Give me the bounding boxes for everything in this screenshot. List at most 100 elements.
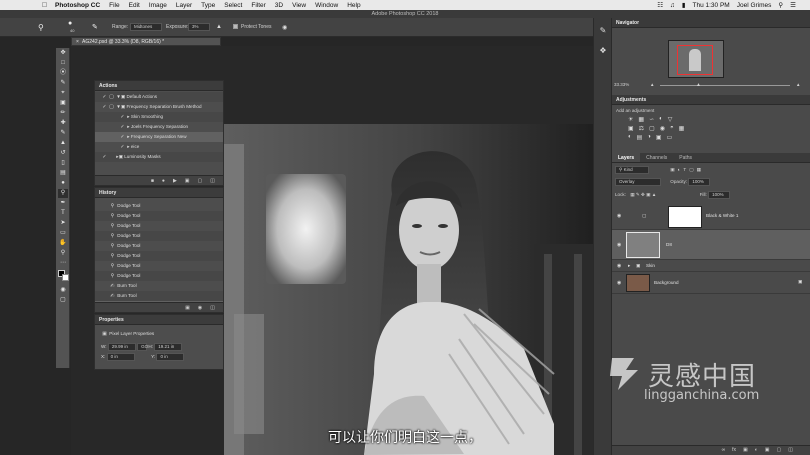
brightness-icon[interactable]: ☀ bbox=[628, 116, 633, 123]
filter-smart-icon[interactable]: ▦ bbox=[697, 167, 704, 172]
lock-paint-icon[interactable]: ✎ bbox=[636, 192, 640, 197]
history-row[interactable]: ⚲ Dodge Tool bbox=[95, 211, 223, 221]
menu-layer[interactable]: Layer bbox=[176, 2, 192, 9]
levels-icon[interactable]: ▦ bbox=[638, 116, 644, 123]
color-lookup-icon[interactable]: ▦ bbox=[679, 125, 685, 132]
add-mask-icon[interactable]: ▣ bbox=[743, 446, 748, 455]
action-set-row[interactable]: ✓ ▢ ▼▣ Frequency Separation Brush Method bbox=[95, 102, 223, 112]
lock-artboard-icon[interactable]: ▣ bbox=[646, 192, 650, 197]
check-icon[interactable]: ✓ bbox=[101, 92, 108, 102]
trash-icon[interactable]: ◫ bbox=[210, 305, 215, 311]
eye-icon[interactable]: ◉ bbox=[617, 213, 621, 219]
history-row[interactable]: ⚲ Dodge Tool bbox=[95, 241, 223, 251]
check-icon[interactable]: ✓ bbox=[101, 152, 108, 162]
crop-tool-icon[interactable]: ⌖ bbox=[58, 89, 68, 98]
search-icon[interactable]: ⚲ bbox=[778, 1, 783, 9]
pressure-icon[interactable]: ◉ bbox=[282, 24, 287, 31]
more-tools-icon[interactable]: ⋯ bbox=[58, 259, 68, 268]
close-icon[interactable]: × bbox=[76, 39, 79, 45]
color-balance-icon[interactable]: ⚖ bbox=[639, 125, 644, 132]
lock-all-icon[interactable]: ▲ bbox=[652, 192, 657, 197]
link-layers-icon[interactable]: ∞ bbox=[722, 446, 726, 455]
stop-icon[interactable]: ■ bbox=[151, 178, 154, 184]
new-adjustment-icon[interactable]: ◐ bbox=[755, 446, 758, 455]
quick-mask-icon[interactable]: ◉ bbox=[58, 286, 68, 295]
history-row[interactable]: ⚲ Dodge Tool bbox=[95, 251, 223, 261]
action-row[interactable]: ✓ ▸ eice bbox=[95, 142, 223, 152]
tab-paths[interactable]: Paths bbox=[673, 153, 698, 162]
document-tab[interactable]: × AG242.psd @ 33.3% (D8, RGB/16) * bbox=[71, 37, 221, 46]
adjustments-title[interactable]: Adjustments bbox=[612, 95, 810, 105]
history-row[interactable]: ⚲ Dodge Tool bbox=[95, 231, 223, 241]
vibrance-icon[interactable]: ▽ bbox=[668, 116, 673, 123]
layer-style-icon[interactable]: fx bbox=[732, 446, 736, 455]
menubar-clock[interactable]: Thu 1:30 PM bbox=[693, 2, 730, 9]
action-row[interactable]: ✓ ▸ Joels Frequency Separation bbox=[95, 122, 223, 132]
eraser-tool-icon[interactable]: ▯ bbox=[58, 159, 68, 168]
hand-tool-icon[interactable]: ✋ bbox=[58, 239, 68, 248]
lock-icon[interactable]: ▣ bbox=[798, 279, 802, 285]
healing-tool-icon[interactable]: ✚ bbox=[58, 119, 68, 128]
trash-icon[interactable]: ◫ bbox=[210, 178, 215, 184]
eye-icon[interactable]: ◉ bbox=[617, 263, 621, 269]
frame-tool-icon[interactable]: ▣ bbox=[58, 99, 68, 108]
invert-icon[interactable]: ◐ bbox=[628, 134, 632, 141]
eyedropper-tool-icon[interactable]: ✏ bbox=[58, 109, 68, 118]
dialog-toggle-icon[interactable]: ▢ bbox=[108, 102, 115, 112]
new-layer-icon[interactable]: ▢ bbox=[777, 446, 782, 455]
menu-edit[interactable]: Edit bbox=[129, 2, 140, 9]
width-input[interactable]: 29.99 in bbox=[107, 343, 136, 351]
height-input[interactable]: 19.21 in bbox=[154, 343, 183, 351]
exposure-icon[interactable]: ◐ bbox=[659, 116, 663, 123]
dialog-toggle-icon[interactable]: ▢ bbox=[108, 92, 115, 102]
play-icon[interactable]: ▶ bbox=[173, 178, 177, 184]
fill-input[interactable]: 100% bbox=[708, 191, 731, 199]
lasso-tool-icon[interactable]: ⦿ bbox=[58, 69, 68, 78]
check-icon[interactable]: ✓ bbox=[119, 132, 126, 142]
check-icon[interactable]: ✓ bbox=[119, 112, 126, 122]
threshold-icon[interactable]: ◑ bbox=[647, 134, 651, 141]
menu-window[interactable]: Window bbox=[315, 2, 338, 9]
history-panel-title[interactable]: History bbox=[95, 188, 223, 198]
path-select-tool-icon[interactable]: ➤ bbox=[58, 219, 68, 228]
lock-pixels-icon[interactable]: ▦ bbox=[630, 192, 634, 197]
zoom-tool-icon[interactable]: ⚲ bbox=[58, 249, 68, 258]
menu-type[interactable]: Type bbox=[201, 2, 215, 9]
shape-tool-icon[interactable]: ▭ bbox=[58, 229, 68, 238]
action-set-row[interactable]: ✓ ▢ ▼▣ Default Actions bbox=[95, 92, 223, 102]
brush-settings-panel-icon[interactable]: ✎ bbox=[596, 24, 610, 38]
actions-panel-title[interactable]: Actions bbox=[95, 81, 223, 91]
eye-icon[interactable]: ◉ bbox=[617, 280, 621, 286]
exposure-input[interactable]: 3% bbox=[188, 23, 210, 31]
new-document-icon[interactable]: ▣ bbox=[185, 305, 190, 311]
history-row[interactable]: ⚲ Dodge Tool bbox=[95, 271, 223, 281]
new-group-icon[interactable]: ▣ bbox=[765, 446, 770, 455]
brush-preset-icon[interactable]: ● bbox=[68, 20, 72, 27]
new-action-icon[interactable]: ▢ bbox=[198, 178, 203, 184]
chevron-right-icon[interactable]: ▸ bbox=[628, 263, 630, 269]
layer-group-row[interactable]: ◉ ▸ ▣ Skin bbox=[612, 260, 810, 272]
zoom-slider[interactable] bbox=[660, 85, 790, 86]
navigator-zoom[interactable]: 33.33% bbox=[614, 82, 629, 87]
airbrush-icon[interactable]: ▲ bbox=[216, 24, 222, 30]
record-icon[interactable]: ● bbox=[162, 178, 165, 184]
navigator-preview[interactable] bbox=[668, 40, 724, 78]
adjust-panel-icon[interactable]: ❖ bbox=[596, 44, 610, 58]
zoom-out-icon[interactable]: ▲ bbox=[650, 82, 654, 87]
stamp-tool-icon[interactable]: ▲ bbox=[58, 139, 68, 148]
battery-icon[interactable]: ▮ bbox=[682, 1, 686, 9]
curves-icon[interactable]: ∽ bbox=[649, 116, 654, 123]
color-swatches-icon[interactable] bbox=[58, 269, 69, 285]
marquee-tool-icon[interactable]: □ bbox=[58, 59, 68, 68]
move-tool-icon[interactable]: ✥ bbox=[58, 49, 68, 58]
y-input[interactable]: 0 in bbox=[156, 353, 185, 361]
quick-select-tool-icon[interactable]: ✎ bbox=[58, 79, 68, 88]
menu-image[interactable]: Image bbox=[149, 2, 167, 9]
selective-color-icon[interactable]: ▣ bbox=[656, 134, 662, 141]
filter-shape-icon[interactable]: ▢ bbox=[689, 167, 696, 172]
tab-layers[interactable]: Layers bbox=[612, 153, 641, 162]
protect-tones-checkbox[interactable] bbox=[233, 23, 240, 31]
type-tool-icon[interactable]: T bbox=[58, 209, 68, 218]
posterize-icon[interactable]: ▤ bbox=[637, 134, 643, 141]
check-icon[interactable]: ✓ bbox=[119, 122, 126, 132]
